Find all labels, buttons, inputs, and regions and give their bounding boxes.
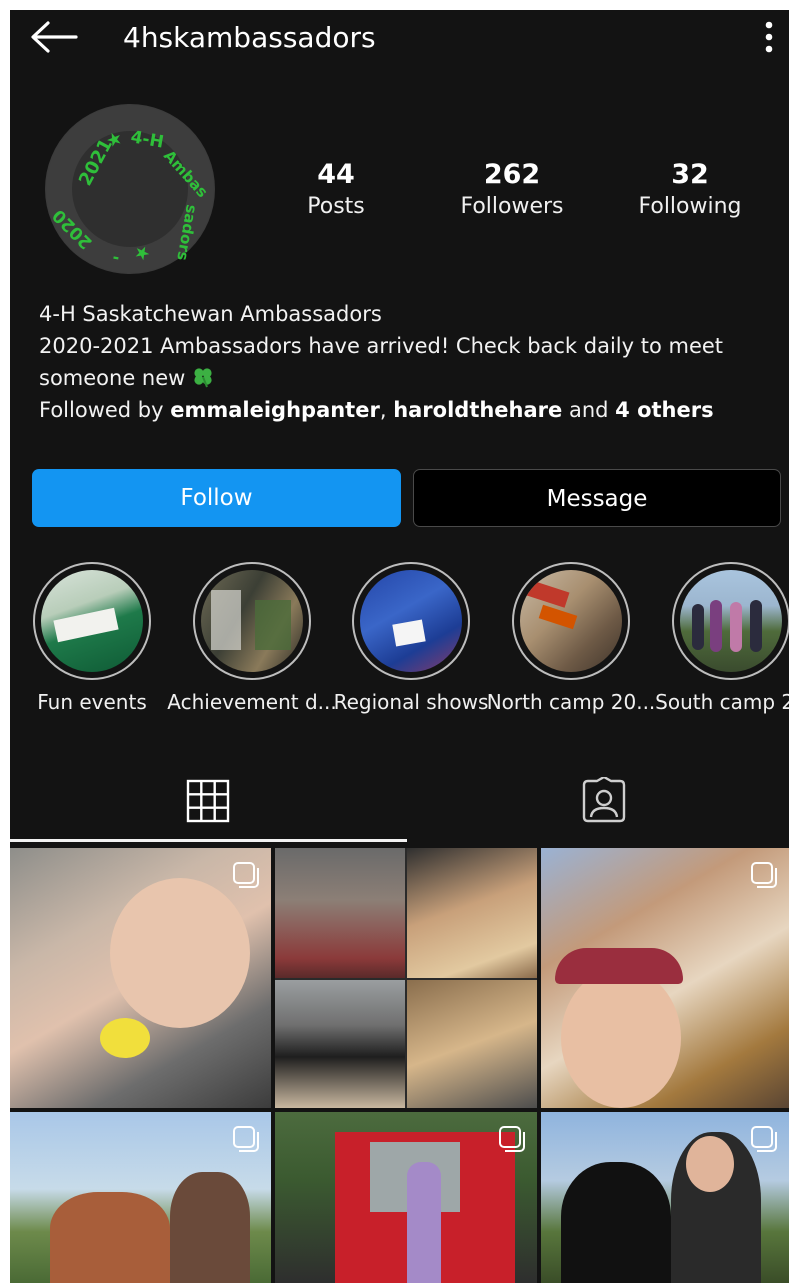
post-thumbnail[interactable] (10, 1112, 271, 1283)
avatar-logo: 2021 ★ 4-H Ambas sadors ★ - 2020 (46, 105, 214, 273)
bio-line-1: 2020-2021 Ambassadors have arrived! Chec… (39, 334, 724, 358)
stat-followers[interactable]: 262 Followers (452, 158, 572, 222)
highlight-ring (193, 562, 311, 680)
highlight-fun-events[interactable]: Fun events (30, 562, 154, 714)
post-thumbnail[interactable] (275, 848, 537, 1108)
post-subject (110, 878, 250, 1028)
stat-posts-label: Posts (307, 194, 365, 219)
post-thumbnail[interactable] (541, 848, 789, 1108)
followed-by[interactable]: Followed by emmaleighpanter, haroldtheha… (39, 394, 779, 426)
highlight-label: North camp 20... (486, 690, 656, 714)
stat-followers-label: Followers (460, 194, 564, 219)
highlight-label: South camp 20 (655, 690, 789, 714)
highlight-thumbnail (680, 570, 782, 672)
top-bar: 4hskambassadors (10, 10, 789, 66)
stat-posts-count: 44 (317, 159, 355, 190)
highlight-ring (512, 562, 630, 680)
multiple-posts-icon (233, 862, 259, 888)
four-leaf-clover-icon (194, 368, 212, 388)
profile-avatar[interactable]: 2021 ★ 4-H Ambas sadors ★ - 2020 (45, 104, 215, 274)
highlight-regional-shows[interactable]: Regional shows (334, 562, 488, 714)
followed-and: and (562, 398, 616, 422)
highlight-thumbnail (201, 570, 303, 672)
stat-following-count: 32 (671, 159, 709, 190)
follow-button[interactable]: Follow (32, 469, 401, 527)
followed-user-2[interactable]: haroldthehare (393, 398, 562, 422)
stat-posts[interactable]: 44 Posts (286, 158, 386, 222)
tagged-person-icon (582, 777, 626, 823)
highlight-south-camp[interactable]: South camp 20 (655, 562, 789, 714)
highlight-label: Achievement d... (167, 690, 337, 714)
highlight-thumbnail (520, 570, 622, 672)
highlight-thumbnail (360, 570, 462, 672)
bio-line-2-wrap: someone new (39, 362, 779, 394)
highlight-label: Regional shows (333, 690, 489, 714)
post-thumbnail[interactable] (275, 1112, 537, 1283)
highlight-thumbnail (41, 570, 143, 672)
stat-following[interactable]: 32 Following (628, 158, 752, 222)
followed-by-prefix: Followed by (39, 398, 171, 422)
stat-following-label: Following (638, 194, 742, 219)
post-chick (100, 1018, 150, 1058)
highlight-ring (352, 562, 470, 680)
highlight-ring (33, 562, 151, 680)
multiple-posts-icon (751, 862, 777, 888)
multiple-posts-icon (233, 1126, 259, 1152)
post-thumbnail[interactable] (541, 1112, 789, 1283)
kebab-menu-icon[interactable] (759, 20, 779, 54)
stat-followers-count: 262 (483, 159, 541, 190)
followed-user-1[interactable]: emmaleighpanter (170, 398, 380, 422)
profile-bio: 4-H Saskatchewan Ambassadors 2020-2021 A… (39, 298, 779, 426)
post-thumbnail[interactable] (10, 848, 271, 1108)
message-button[interactable]: Message (413, 469, 781, 527)
followed-sep: , (379, 398, 394, 422)
active-tab-indicator (10, 839, 407, 842)
bio-name: 4-H Saskatchewan Ambassadors (39, 302, 382, 326)
tab-posts-grid[interactable] (10, 756, 407, 844)
followed-others[interactable]: 4 others (615, 398, 713, 422)
profile-tabs (10, 756, 789, 844)
highlight-ring (672, 562, 789, 680)
highlight-north-camp[interactable]: North camp 20... (487, 562, 655, 714)
arrow-left-icon[interactable] (28, 20, 78, 54)
bio-line-2: someone new (39, 366, 186, 390)
highlight-achievement[interactable]: Achievement d... (167, 562, 337, 714)
profile-screen: 4hskambassadors 2021 ★ 4-H Ambas sadors … (10, 10, 789, 1283)
profile-username: 4hskambassadors (123, 21, 376, 54)
highlight-label: Fun events (37, 690, 147, 714)
tab-tagged[interactable] (407, 756, 789, 844)
grid-icon (186, 779, 230, 823)
multiple-posts-icon (499, 1126, 525, 1152)
multiple-posts-icon (751, 1126, 777, 1152)
